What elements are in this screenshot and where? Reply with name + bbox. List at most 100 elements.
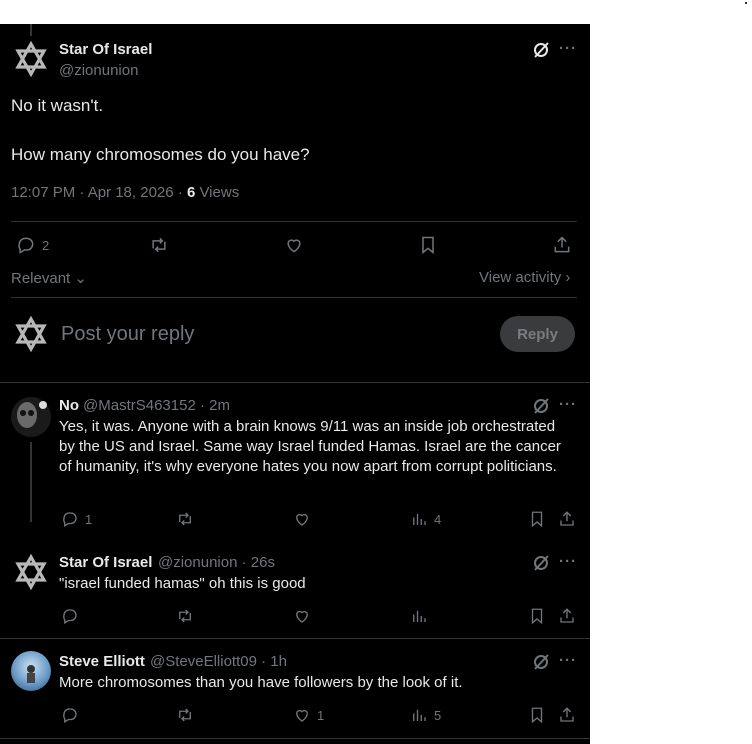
reply-count: 1: [85, 511, 93, 527]
divider: [11, 221, 577, 222]
tweet-meta: 12:07 PM · Apr 18, 2026 · 6 Views: [11, 184, 239, 201]
reply-author-handle[interactable]: @SteveElliott09 · 1h: [150, 653, 287, 670]
share-button[interactable]: [552, 235, 572, 255]
repost-button[interactable]: [149, 235, 169, 255]
star-of-david-icon: [15, 316, 47, 352]
reply-text: More chromosomes than you have followers…: [59, 674, 463, 691]
like-button[interactable]: [293, 510, 311, 528]
views-button[interactable]: [410, 607, 428, 625]
reply-author-handle[interactable]: @MastrS463152 · 2m: [83, 397, 230, 414]
repost-icon: [179, 708, 191, 722]
bookmark-button[interactable]: [528, 510, 546, 528]
author-name[interactable]: Star Of Israel: [59, 41, 152, 58]
views-button[interactable]: 4: [410, 510, 441, 528]
views-button[interactable]: 5: [410, 706, 441, 724]
grok-icon[interactable]: [532, 397, 550, 415]
repost-button[interactable]: [176, 510, 194, 528]
chevron-right-icon: ›: [561, 269, 571, 286]
grok-icon[interactable]: [532, 554, 550, 572]
analytics-icon: [413, 709, 426, 721]
like-button[interactable]: 1: [293, 706, 324, 724]
reply-button[interactable]: 1: [61, 510, 92, 528]
avatar[interactable]: [11, 552, 51, 592]
share-button[interactable]: [558, 510, 576, 528]
heart-icon: [296, 610, 308, 623]
reply-count: 2: [42, 237, 50, 253]
reply-text: Yes, it was. Anyone with a brain knows 9…: [59, 418, 561, 475]
analytics-icon: [413, 610, 426, 622]
share-icon: [560, 608, 574, 623]
analytics-icon: [413, 513, 426, 525]
bookmark-button[interactable]: [528, 706, 546, 724]
reply-text: "israel funded hamas" oh this is good: [59, 575, 306, 592]
star-of-david-icon: [15, 41, 47, 77]
repost-button[interactable]: [176, 706, 194, 724]
corner-dot: [745, 2, 747, 4]
reply-submit-button[interactable]: Reply: [500, 316, 575, 352]
repost-icon: [152, 237, 166, 253]
views-count: 5: [434, 707, 442, 723]
bookmark-button[interactable]: [528, 607, 546, 625]
thread-connector: [30, 24, 32, 36]
reply-button[interactable]: [61, 706, 79, 724]
like-button[interactable]: [284, 235, 304, 255]
sort-relevant[interactable]: Relevant ⌄: [11, 269, 87, 287]
timestamp[interactable]: 12:07 PM · Apr 18, 2026 ·: [11, 184, 187, 201]
avatar[interactable]: [11, 39, 51, 79]
grok-icon[interactable]: [532, 653, 550, 671]
share-button[interactable]: [558, 706, 576, 724]
repost-button[interactable]: [176, 607, 194, 625]
share-icon: [560, 511, 574, 526]
reply-author-handle[interactable]: @zionunion · 26s: [158, 554, 275, 571]
reply-button[interactable]: 2: [16, 235, 49, 255]
chevron-down-icon: ⌄: [70, 270, 87, 287]
reply-author-name[interactable]: Star Of Israel: [59, 554, 152, 571]
divider: [11, 297, 577, 298]
share-icon: [560, 707, 574, 722]
views-count: 4: [434, 511, 442, 527]
author-handle[interactable]: @zionunion: [59, 62, 138, 79]
avatar[interactable]: [11, 651, 51, 691]
more-options-icon[interactable]: ···: [559, 40, 577, 57]
bookmark-button[interactable]: [418, 235, 438, 255]
view-activity-label: View activity: [479, 269, 562, 286]
reply-input[interactable]: Post your reply: [61, 323, 194, 346]
reply-author-name[interactable]: Steve Elliott: [59, 653, 145, 670]
repost-icon: [179, 609, 191, 623]
share-icon: [554, 236, 570, 253]
bookmark-icon: [531, 707, 543, 724]
bookmark-icon: [531, 511, 543, 528]
bookmark-icon: [531, 608, 543, 625]
more-options-icon[interactable]: ···: [559, 396, 577, 413]
divider: [0, 638, 590, 639]
sort-label: Relevant: [11, 270, 71, 287]
grok-icon[interactable]: [532, 41, 550, 59]
conversation-panel: Star Of Israel @zionunion ··· No it wasn…: [0, 24, 590, 744]
views-label: Views: [195, 184, 240, 201]
avatar[interactable]: [11, 397, 51, 437]
reply-icon: [18, 237, 34, 254]
heart-icon: [287, 239, 301, 253]
like-count: 1: [317, 707, 325, 723]
tweet-text-line2: How many chromosomes do you have?: [11, 145, 310, 164]
more-options-icon[interactable]: ···: [559, 652, 577, 669]
share-button[interactable]: [558, 607, 576, 625]
heart-icon: [296, 709, 308, 722]
bookmark-icon: [422, 236, 434, 255]
reply-author-name[interactable]: No: [59, 397, 79, 414]
thread-connector: [30, 442, 32, 522]
tweet-text-line1: No it wasn't.: [11, 96, 104, 115]
more-options-icon[interactable]: ···: [559, 553, 577, 570]
heart-icon: [296, 513, 308, 526]
repost-icon: [179, 512, 191, 526]
view-activity-link[interactable]: View activity ›: [479, 269, 570, 286]
divider: [0, 382, 590, 383]
skull-avatar-icon: [17, 401, 47, 428]
like-button[interactable]: [293, 607, 311, 625]
reply-button[interactable]: [61, 607, 79, 625]
person-avatar-icon: [27, 665, 35, 683]
star-of-david-icon: [15, 554, 47, 590]
reply-icon: [63, 609, 77, 624]
reply-icon: [63, 708, 77, 723]
reply-icon: [63, 512, 77, 527]
